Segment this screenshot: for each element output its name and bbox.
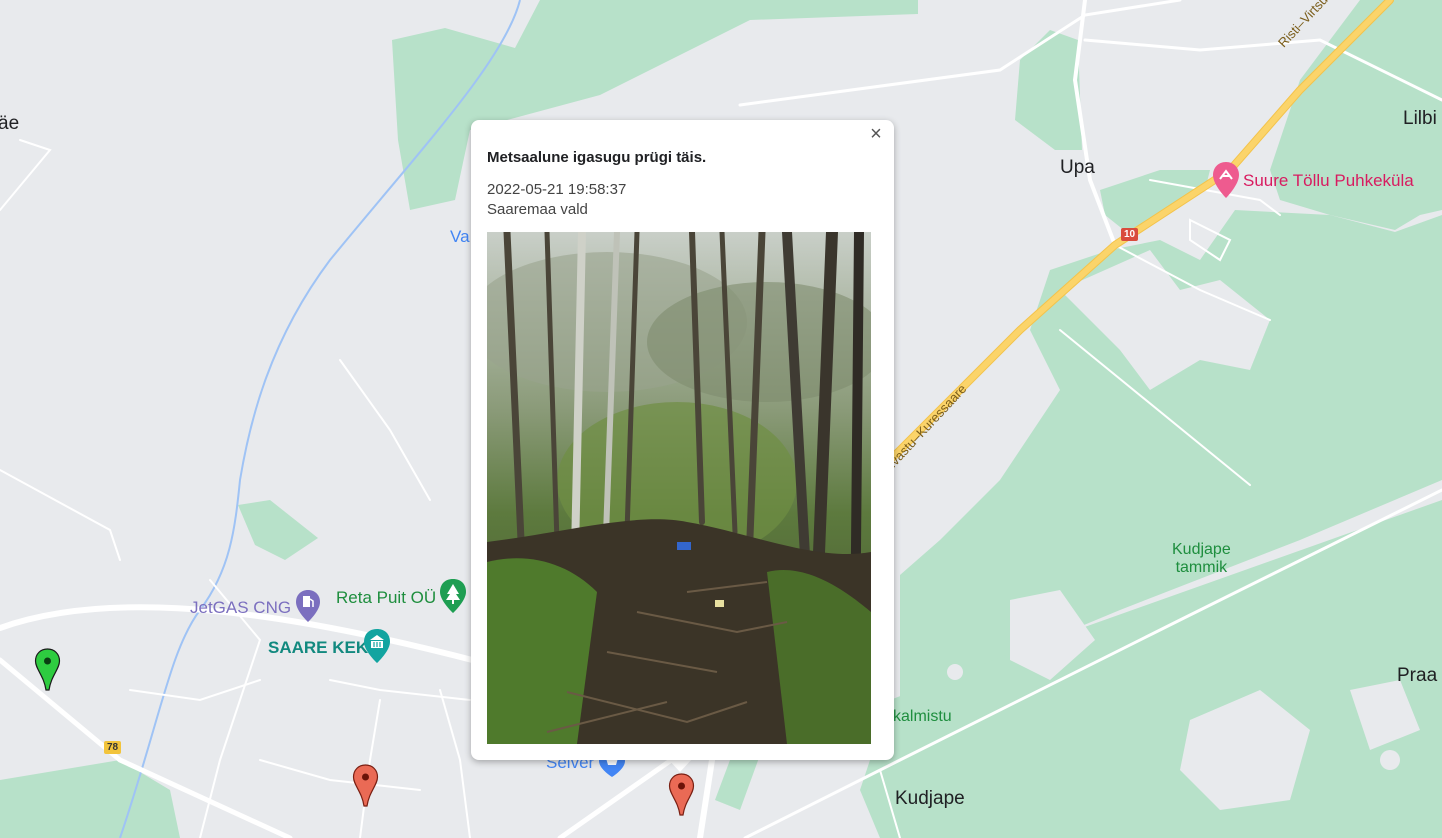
- poi-label-saare-kek: SAARE KEK: [268, 638, 369, 657]
- map-pin-icon[interactable]: [352, 764, 379, 807]
- gas-station-icon: [296, 590, 320, 622]
- poi-label-kalmistu[interactable]: kalmistu: [893, 708, 952, 726]
- popup-area: Saaremaa vald: [487, 201, 588, 218]
- resort-icon: [1213, 162, 1239, 198]
- popup-title: Metsaalune igasugu prügi täis.: [487, 149, 707, 166]
- place-label-kudjape[interactable]: Kudjape: [895, 788, 965, 810]
- tree-icon: [440, 579, 466, 613]
- report-photo[interactable]: [487, 232, 871, 744]
- map-pin-icon[interactable]: [668, 773, 695, 816]
- place-label-aee[interactable]: äe: [0, 113, 19, 135]
- close-icon[interactable]: ×: [864, 122, 888, 146]
- place-label-upa[interactable]: Upa: [1060, 157, 1095, 179]
- road-shield-10: 10: [1121, 228, 1139, 241]
- museum-icon: [364, 629, 390, 663]
- popup-tail: [667, 758, 693, 772]
- info-window: × Metsaalune igasugu prügi täis. 2022-05…: [471, 120, 894, 760]
- poi-label-jetgas: JetGAS CNG: [190, 598, 292, 617]
- place-label-va[interactable]: Va: [450, 227, 470, 247]
- poi-label-reta-puit: Reta Puit OÜ: [336, 588, 437, 607]
- popup-datetime: 2022-05-21 19:58:37: [487, 181, 627, 198]
- place-label-lilbi[interactable]: Lilbi: [1403, 108, 1437, 130]
- park-label-kudjape-tammik[interactable]: Kudjape tammik: [1172, 541, 1231, 577]
- forest-photo-image: [487, 232, 871, 744]
- park-label-line-2: tammik: [1175, 559, 1228, 576]
- poi-label-suure-tollu: Suure Töllu Puhkeküla: [1243, 171, 1414, 190]
- place-label-praa[interactable]: Praa: [1397, 665, 1437, 687]
- park-label-line-1: Kudjape: [1172, 541, 1231, 558]
- road-shield-78: 78: [104, 741, 122, 754]
- map-pin-icon[interactable]: [34, 648, 61, 691]
